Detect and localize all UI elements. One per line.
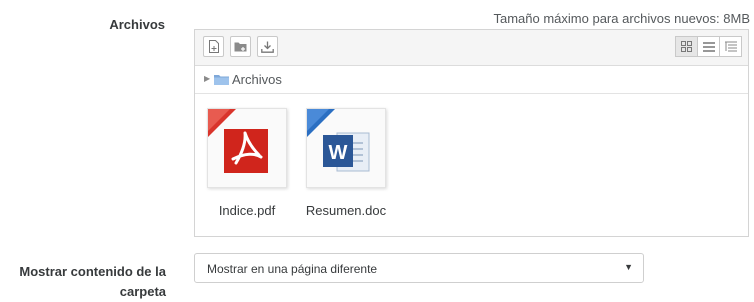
- list-view-button[interactable]: [697, 36, 720, 57]
- svg-text:W: W: [329, 142, 348, 164]
- word-doc-icon: W: [307, 109, 370, 172]
- folder-path-bar: ▶ Archivos: [195, 66, 748, 94]
- folder-icon: [214, 75, 229, 85]
- file-thumbnail: W: [306, 108, 386, 188]
- list-view-icon: [702, 41, 715, 52]
- expand-arrow-icon[interactable]: ▶: [204, 74, 210, 83]
- folder-path-link[interactable]: Archivos: [232, 72, 282, 87]
- create-folder-button[interactable]: [230, 36, 251, 57]
- icon-view-icon: [681, 41, 692, 52]
- create-folder-icon: [234, 42, 247, 52]
- display-content-label: Mostrar contenido de la carpeta: [0, 262, 166, 302]
- file-name: Resumen.doc: [305, 203, 387, 218]
- add-file-icon: [208, 40, 219, 53]
- file-manager-toolbar: [195, 30, 748, 66]
- icon-view-button[interactable]: [675, 36, 698, 57]
- file-name: Indice.pdf: [218, 203, 276, 218]
- dropdown-caret-icon: ▼: [624, 262, 633, 272]
- file-manager: ▶ Archivos Indice.pdf W Resumen.doc: [194, 29, 749, 237]
- display-mode-value: Mostrar en una página diferente: [207, 262, 378, 276]
- add-file-button[interactable]: [203, 36, 224, 57]
- download-icon: [261, 41, 274, 53]
- view-mode-switcher: [675, 36, 742, 57]
- files-label: Archivos: [109, 17, 165, 32]
- download-all-button[interactable]: [257, 36, 278, 57]
- pdf-icon: [208, 109, 268, 173]
- display-mode-select[interactable]: Mostrar en una página diferente ▼: [194, 253, 644, 283]
- file-item[interactable]: Indice.pdf: [202, 108, 292, 218]
- tree-view-button[interactable]: [719, 36, 742, 57]
- file-item[interactable]: W Resumen.doc: [301, 108, 391, 218]
- display-label-line1: Mostrar contenido de la: [19, 264, 166, 279]
- max-file-size-note: Tamaño máximo para archivos nuevos: 8MB: [493, 11, 750, 26]
- file-thumbnail: [207, 108, 287, 188]
- tree-view-icon: [724, 41, 737, 52]
